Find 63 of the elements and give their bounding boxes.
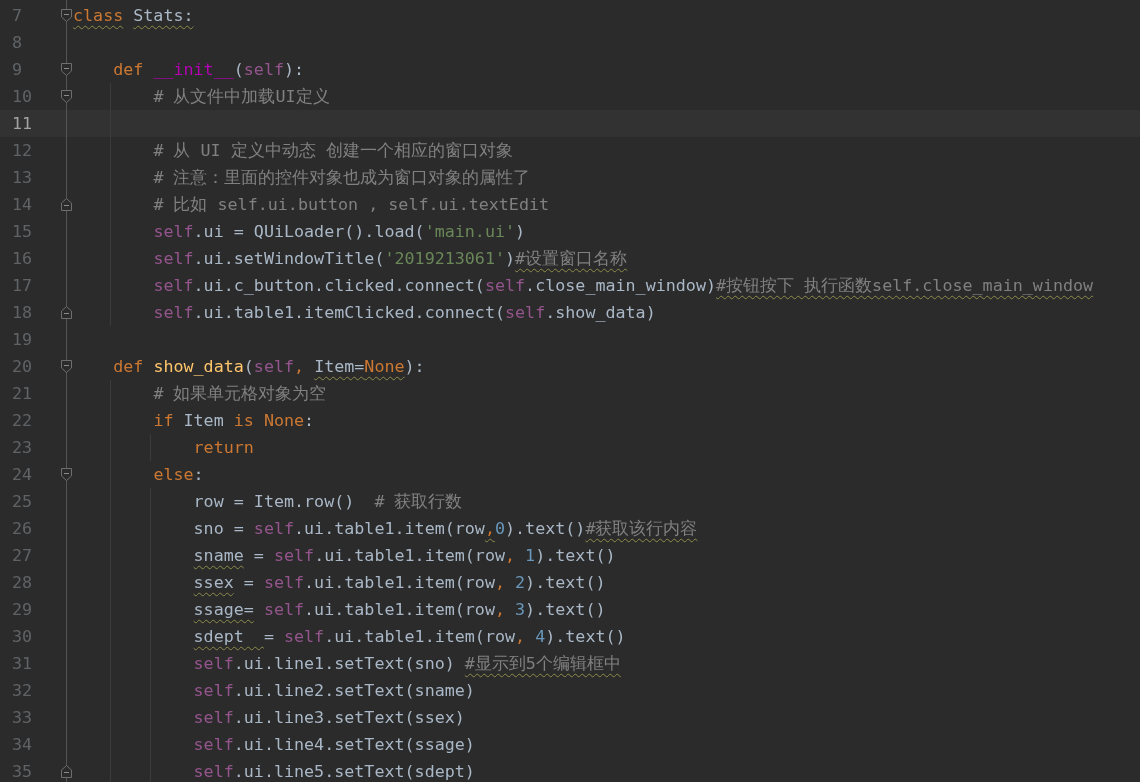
line-number: 18 (11, 300, 34, 324)
line-number: 32 (11, 678, 34, 702)
code-line: class Stats: (73, 3, 194, 27)
code-line: sno = self.ui.table1.item(row,0).text()#获取该行内容 (192, 516, 698, 540)
line-number: 13 (11, 165, 34, 189)
code-line: self.ui.line5.setText(sdept) (192, 759, 475, 782)
code-line: else: (152, 462, 204, 486)
code-line: self.ui.c_button.clicked.connect(self.close_main_window)#按钮按下 执行函数self.close_main_window (152, 273, 1094, 297)
code-line: ssex = self.ui.table1.item(row, 2).text() (192, 570, 606, 594)
line-number: 25 (11, 489, 34, 513)
code-line: # 从 UI 定义中动态 创建一个相应的窗口对象 (152, 138, 513, 162)
fold-icon[interactable] (61, 198, 72, 211)
line-number: 8 (11, 30, 24, 54)
line-number: 21 (11, 381, 34, 405)
code-line: # 从文件中加载UI定义 (152, 84, 330, 108)
line-number: 7 (11, 3, 24, 27)
code-line: # 比如 self.ui.button , self.ui.textEdit (152, 192, 550, 216)
code-line: self.ui.line1.setText(sno) #显示到5个编辑框中 (192, 651, 621, 675)
line-number: 29 (11, 597, 34, 621)
code-line: self.ui.line3.setText(ssex) (192, 705, 465, 729)
code-line: self.ui = QUiLoader().load('main.ui') (152, 219, 526, 243)
code-line: return (192, 435, 254, 459)
line-number: 33 (11, 705, 34, 729)
fold-icon[interactable] (61, 360, 72, 373)
fold-icon[interactable] (61, 63, 72, 76)
code-line: sname = self.ui.table1.item(row, 1).text() (192, 543, 616, 567)
line-number: 12 (11, 138, 34, 162)
line-number: 19 (11, 327, 34, 351)
code-line: # 如果单元格对象为空 (152, 381, 327, 405)
line-number: 10 (11, 84, 34, 108)
code-line: sdept = self.ui.table1.item(row, 4).text() (192, 624, 626, 648)
code-line: def show_data(self, Item=None): (112, 354, 425, 378)
line-number: 14 (11, 192, 34, 216)
fold-icon[interactable] (61, 9, 72, 22)
fold-icon[interactable] (61, 90, 72, 103)
code-line: row = Item.row() # 获取行数 (192, 489, 463, 513)
code-line: self.ui.line2.setText(sname) (192, 678, 475, 702)
code-line: self.ui.setWindowTitle('2019213061')#设置窗口名称 (152, 246, 628, 270)
line-number: 11 (11, 111, 34, 135)
code-line: self.ui.table1.itemClicked.connect(self.show_data) (152, 300, 656, 324)
line-number: 9 (11, 57, 24, 81)
code-line: self.ui.line4.setText(ssage) (192, 732, 475, 756)
line-number: 20 (11, 354, 34, 378)
fold-icon[interactable] (61, 306, 72, 319)
line-number: 35 (11, 759, 34, 782)
line-number: 26 (11, 516, 34, 540)
code-line: ssage= self.ui.table1.item(row, 3).text() (192, 597, 606, 621)
fold-icon[interactable] (61, 468, 72, 481)
code-line: # 注意：里面的控件对象也成为窗口对象的属性了 (152, 165, 531, 189)
line-number: 34 (11, 732, 34, 756)
line-number: 17 (11, 273, 34, 297)
code-line: def __init__(self): (112, 57, 305, 81)
line-number: 23 (11, 435, 34, 459)
line-number: 27 (11, 543, 34, 567)
line-number: 31 (11, 651, 34, 675)
line-number: 28 (11, 570, 34, 594)
code-line: if Item is None: (152, 408, 315, 432)
line-number: 24 (11, 462, 34, 486)
fold-icon[interactable] (61, 765, 72, 778)
line-number: 30 (11, 624, 34, 648)
line-number: 16 (11, 246, 34, 270)
line-number: 22 (11, 408, 34, 432)
line-number: 15 (11, 219, 34, 243)
